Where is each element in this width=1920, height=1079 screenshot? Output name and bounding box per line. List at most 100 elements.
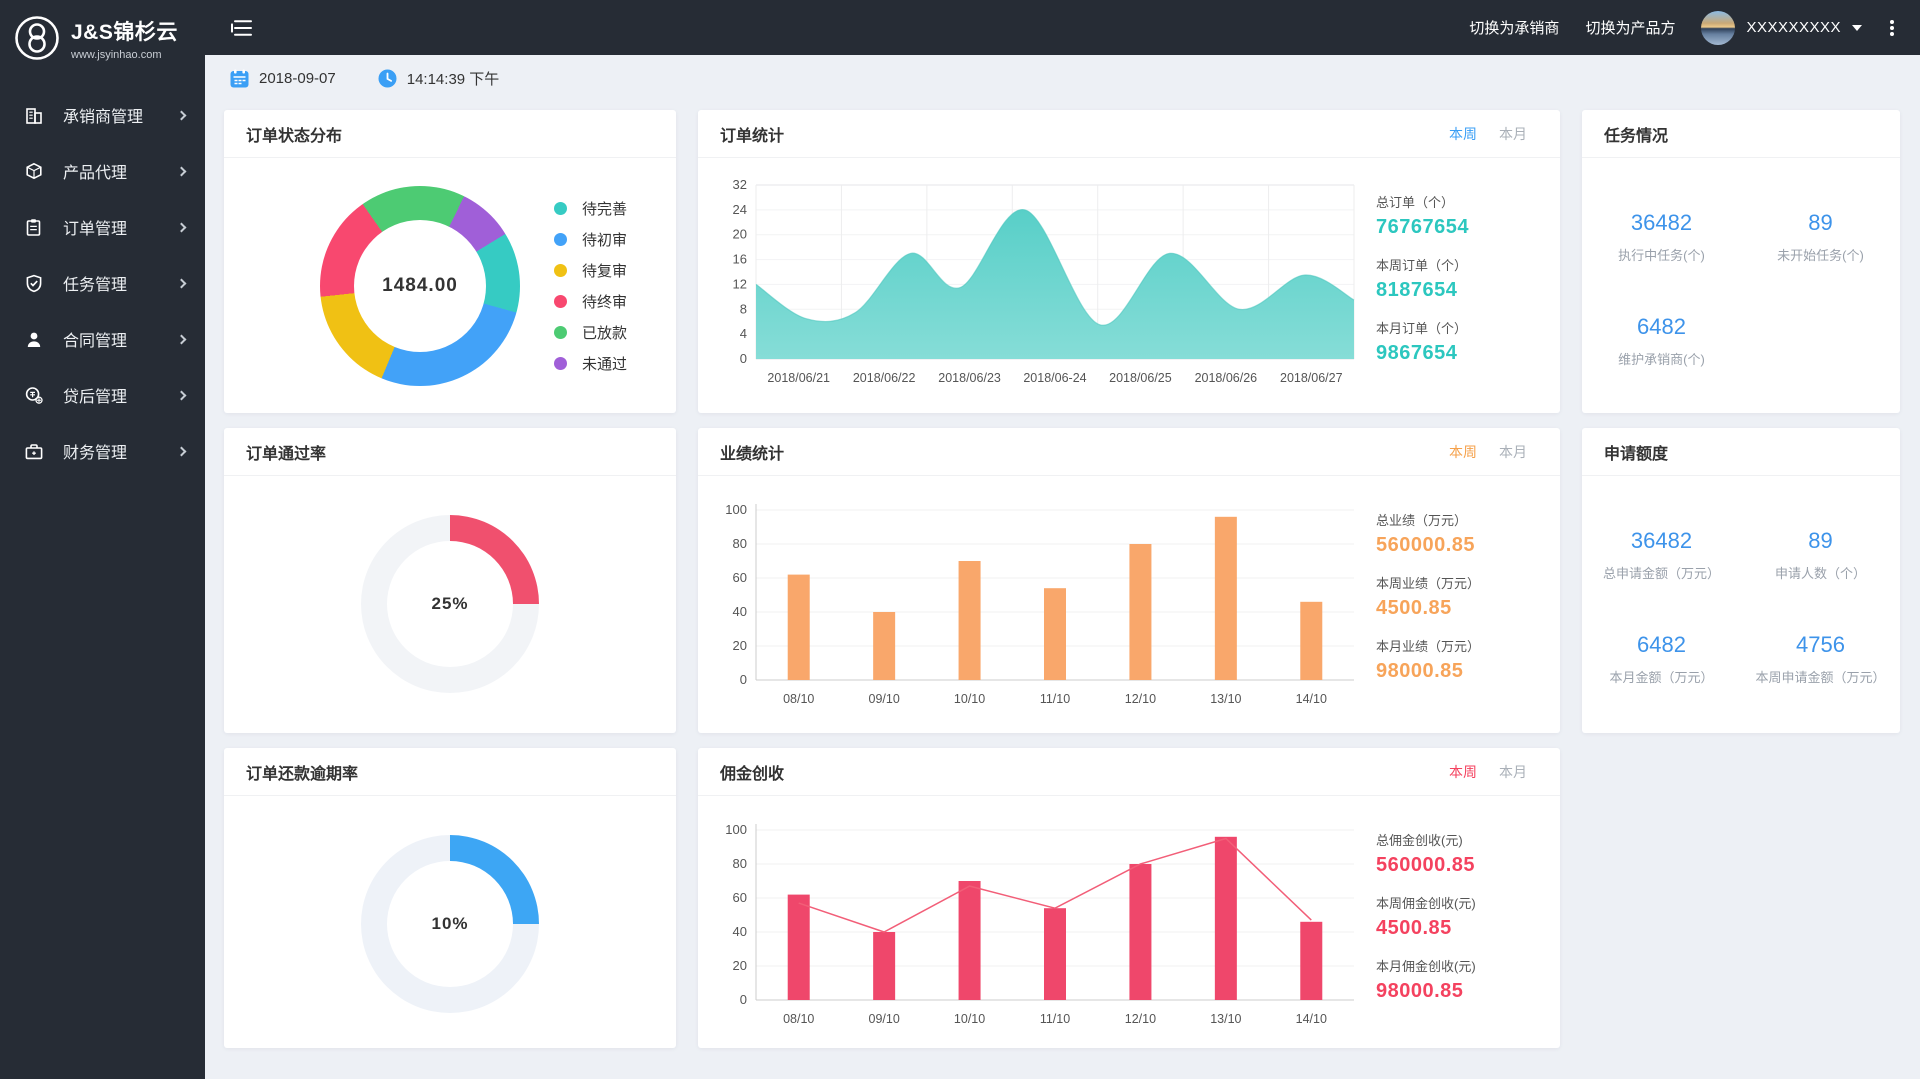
sidebar-item-label: 财务管理 [63,439,127,463]
svg-text:16: 16 [733,252,747,267]
stat-item: 总业绩（万元）560000.85 [1376,510,1530,557]
username: XXXXXXXXX [1746,19,1841,36]
sidebar-item-order-management[interactable]: 订单管理 [0,199,205,255]
dashboard-grid: 订单状态分布 1484.00 待完善待初审待复审待终审已放款未通过 订单统计 本… [205,101,1920,1048]
clock-icon [378,69,397,88]
metric-label: 本周申请金额（万元） [1741,667,1900,686]
metric-value: 6482 [1582,632,1741,658]
tab-week[interactable]: 本周 [1449,762,1477,782]
sidebar: J&S锦杉云 www.jsyinhao.com 承销商管理产品代理订单管理任务管… [0,0,205,1079]
svg-text:24: 24 [733,202,747,217]
stat-item: 本月订单（个）9867654 [1376,318,1530,365]
svg-text:60: 60 [733,890,747,905]
sidebar-item-label: 订单管理 [63,215,127,239]
order-status-legend: 待完善待初审待复审待终审已放款未通过 [554,189,627,382]
chevron-down-icon[interactable] [1852,25,1862,36]
more-menu-icon[interactable] [1890,26,1894,30]
sidebar-item-label: 任务管理 [63,271,127,295]
legend-label: 待复审 [582,260,627,281]
stat-item: 总佣金创收(元)560000.85 [1376,830,1530,877]
sidebar-item-label: 贷后管理 [63,383,127,407]
person-icon [24,330,44,349]
metric-value: 6482 [1582,314,1741,340]
date-group: 2018-09-07 [230,69,336,88]
tab-month[interactable]: 本月 [1499,762,1527,782]
chevron-right-icon [177,222,187,232]
legend-dot [554,264,567,277]
svg-text:09/10: 09/10 [869,692,900,706]
svg-text:80: 80 [733,536,747,551]
sidebar-item-contract-management[interactable]: 合同管理 [0,311,205,367]
legend-item: 未通过 [554,351,627,375]
stat-item: 本周佣金创收(元) 4500.85 [1376,893,1530,940]
switch-product-link[interactable]: 切换为产品方 [1585,17,1675,38]
sidebar-item-label: 合同管理 [63,327,127,351]
sidebar-item-label: 承销商管理 [63,103,143,127]
card-title: 业绩统计 [720,440,784,464]
stat-label: 本周订单（个） [1376,255,1530,274]
stat-value: 8187654 [1376,279,1530,302]
legend-dot [554,295,567,308]
metric-item: 89申请人数（个） [1741,528,1900,582]
avatar[interactable] [1701,11,1735,45]
svg-text:80: 80 [733,856,747,871]
shield-check-icon [24,274,44,293]
brand-logo-icon [14,15,60,61]
sidebar-item-finance-management[interactable]: 财务管理 [0,423,205,479]
legend-label: 待初审 [582,229,627,250]
stat-label: 本周佣金创收(元) [1376,893,1530,912]
svg-text:11/10: 11/10 [1040,692,1070,706]
card-title: 订单还款逾期率 [246,760,358,784]
sidebar-item-product-agency[interactable]: 产品代理 [0,143,205,199]
sidebar-item-label: 产品代理 [63,159,127,183]
stat-value: 560000.85 [1376,534,1530,557]
legend-label: 待完善 [582,198,627,219]
stat-item: 总订单（个）76767654 [1376,192,1530,239]
period-toggle: 本周 本月 [1449,124,1540,144]
legend-item: 已放款 [554,320,627,344]
legend-dot [554,326,567,339]
sidebar-item-task-management[interactable]: 任务管理 [0,255,205,311]
svg-text:40: 40 [733,924,747,939]
svg-text:08/10: 08/10 [783,692,814,706]
stat-item: 本周订单（个） 8187654 [1376,255,1530,302]
order-trend-area-chart: 32242016128402018/06/212018/06/222018/06… [698,158,1376,413]
switch-underwriter-link[interactable]: 切换为承销商 [1469,17,1559,38]
sidebar-item-post-loan-management[interactable]: 贷后管理 [0,367,205,423]
top-header: 切换为承销商 切换为产品方 XXXXXXXXX [205,0,1920,55]
order-stats-summary: 总订单（个）76767654 本周订单（个） 8187654 本月订单（个）98676… [1376,192,1530,413]
card-order-statistics: 订单统计 本周 本月 32242016128402018/06/212018/0… [698,110,1560,413]
metric-label: 申请人数（个） [1741,563,1900,582]
svg-text:100: 100 [725,822,747,837]
metric-value: 36482 [1582,210,1741,236]
metric-item: 6482维护承销商(个) [1582,314,1741,368]
user-menu[interactable]: XXXXXXXXX [1701,11,1862,45]
commission-stats-summary: 总佣金创收(元)560000.85本周佣金创收(元)4500.85本月佣金创收(… [1376,830,1530,1048]
card-title: 订单统计 [720,122,784,146]
gauge-percent: 25% [361,515,539,693]
quota-metrics: 36482总申请金额（万元）89申请人数（个）6482本月金额（万元）4756本… [1582,476,1900,686]
sidebar-item-underwriter-management[interactable]: 承销商管理 [0,87,205,143]
tab-week[interactable]: 本周 [1449,442,1477,462]
legend-dot [554,357,567,370]
stat-value: 76767654 [1376,216,1530,239]
tab-month[interactable]: 本月 [1499,442,1527,462]
order-status-donut-chart: 1484.00 [320,186,520,386]
chevron-right-icon [177,278,187,288]
svg-text:4: 4 [740,326,747,341]
stat-value: 4500.85 [1376,917,1530,940]
pass-rate-gauge-chart: 25% [361,515,539,693]
metric-item: 6482本月金额（万元） [1582,632,1741,686]
svg-text:40: 40 [733,604,747,619]
card-application-quota: 申请额度 36482总申请金额（万元）89申请人数（个）6482本月金额（万元）… [1582,428,1900,733]
svg-text:2018/06-24: 2018/06-24 [1023,371,1086,385]
metric-label: 未开始任务(个) [1741,245,1900,264]
tab-week[interactable]: 本周 [1449,124,1477,144]
tab-month[interactable]: 本月 [1499,124,1527,144]
legend-dot [554,233,567,246]
collapse-menu-icon[interactable] [231,19,253,37]
coin-gear-icon [24,386,44,405]
metric-value: 36482 [1582,528,1741,554]
legend-item: 待初审 [554,227,627,251]
clipboard-icon [24,218,44,237]
